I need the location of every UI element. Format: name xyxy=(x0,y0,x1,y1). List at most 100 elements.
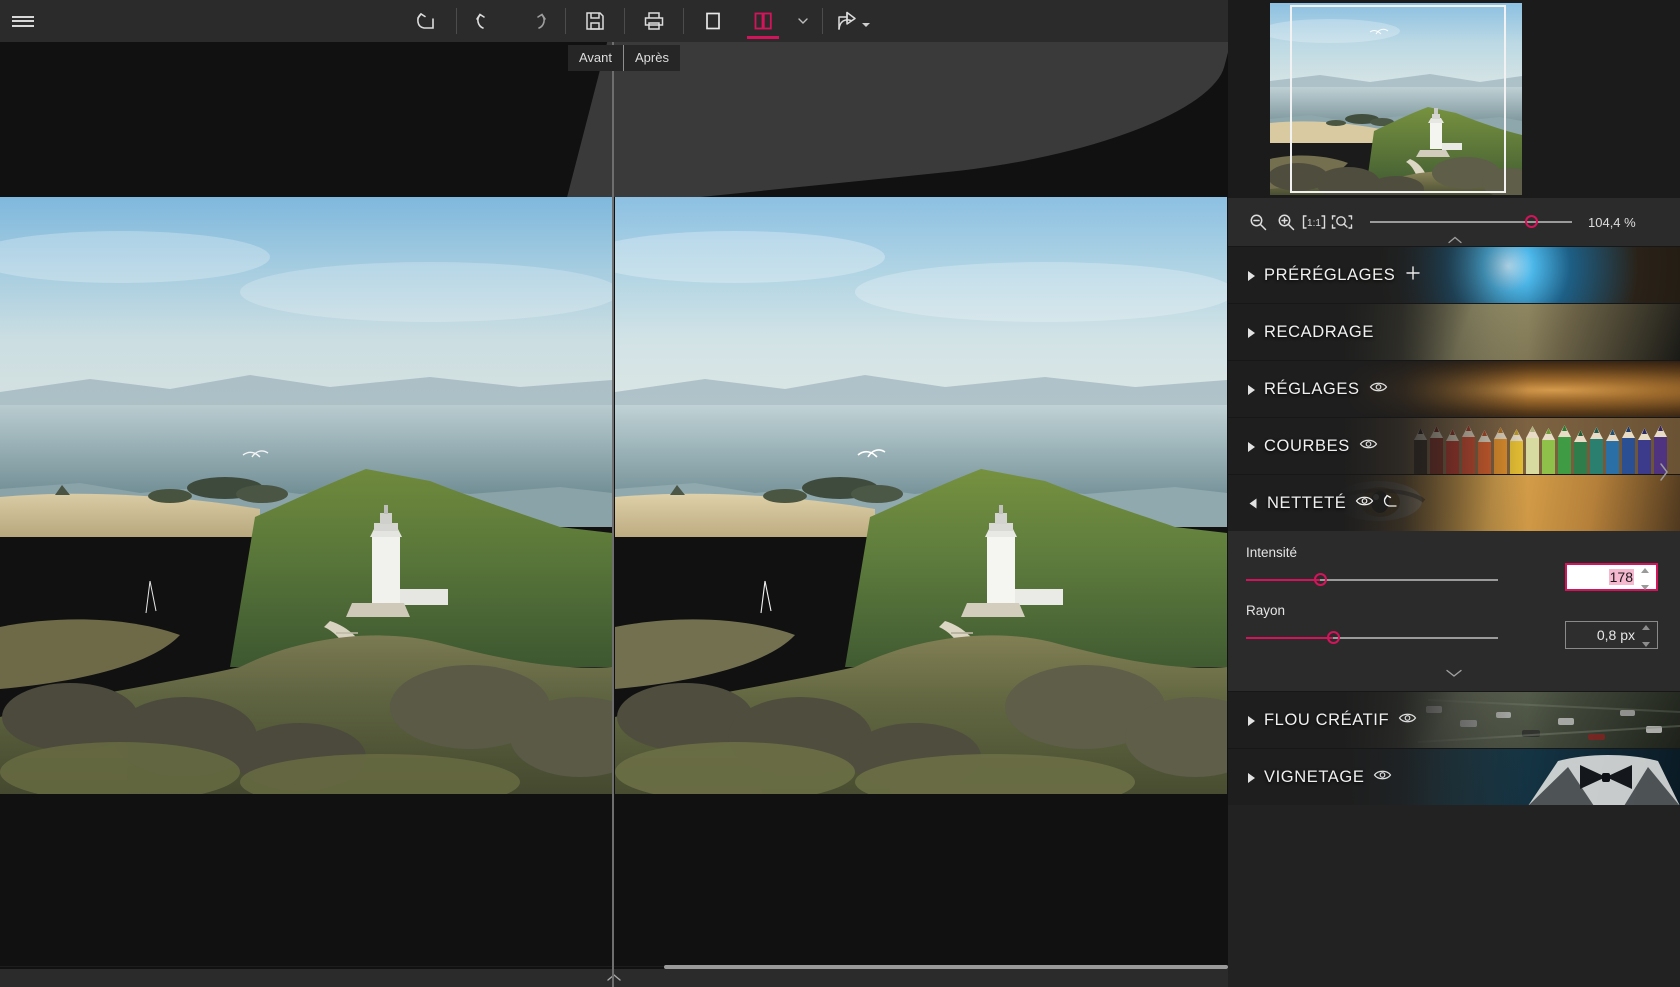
stepper-down-icon[interactable] xyxy=(1640,585,1649,590)
section-title: NETTETÉ xyxy=(1267,494,1347,512)
zoom-in-icon[interactable] xyxy=(1272,207,1300,237)
radius-value-input[interactable]: 0,8 px xyxy=(1565,621,1658,649)
expand-triangle-icon[interactable] xyxy=(1248,327,1255,338)
section-icons xyxy=(1359,437,1378,456)
toolbar-separator xyxy=(456,8,457,34)
add-preset-plus-icon[interactable] xyxy=(1404,264,1422,287)
section-title: COURBES xyxy=(1264,437,1350,455)
toolbar-separator xyxy=(624,8,625,34)
reset-arrow-icon[interactable] xyxy=(402,0,452,42)
zoom-out-icon[interactable] xyxy=(1244,207,1272,237)
undo-icon[interactable] xyxy=(461,0,511,42)
toolbar-separator xyxy=(822,8,823,34)
slider-track-filled xyxy=(1246,579,1320,581)
image-canvas-area[interactable]: Avant Après xyxy=(0,42,1228,987)
before-after-tabs: Avant Après xyxy=(568,45,680,71)
expand-triangle-icon[interactable] xyxy=(1248,270,1255,281)
section-header: FLOU CRÉATIF xyxy=(1248,692,1417,748)
share-export-icon[interactable] xyxy=(827,0,877,42)
slider-track[interactable] xyxy=(1246,573,1498,587)
slider-rayon: Rayon 0,8 px xyxy=(1228,603,1680,661)
section-flou-creatif[interactable]: FLOU CRÉATIF xyxy=(1228,691,1680,748)
one-to-one-icon[interactable]: 1:1 xyxy=(1300,207,1328,237)
sharpen-controls-panel: Intensité 178 Rayon 0,8 px xyxy=(1228,531,1680,691)
zoom-slider[interactable] xyxy=(1370,212,1572,232)
expand-triangle-icon[interactable] xyxy=(1248,384,1255,395)
image-navigator[interactable] xyxy=(1228,0,1680,198)
expand-triangle-icon[interactable] xyxy=(1248,715,1255,726)
section-title: RÉGLAGES xyxy=(1264,380,1360,398)
menu-hamburger-icon[interactable] xyxy=(0,0,46,42)
slider-label: Rayon xyxy=(1246,603,1286,618)
section-icons xyxy=(1369,380,1388,399)
reset-section-icon[interactable] xyxy=(1382,493,1402,514)
stepper-up-icon[interactable] xyxy=(1641,625,1650,630)
zoom-toolbar: 1:1 104,4 % xyxy=(1228,198,1680,246)
intensity-stepper[interactable] xyxy=(1639,568,1650,590)
intensity-value-text: 178 xyxy=(1608,569,1634,585)
intensity-value-input[interactable]: 178 xyxy=(1565,563,1658,591)
zoom-percentage-label: 104,4 % xyxy=(1588,214,1636,230)
slider-handle[interactable] xyxy=(1327,631,1340,644)
section-title: PRÉRÉGLAGES xyxy=(1264,266,1396,284)
zoom-slider-handle[interactable] xyxy=(1525,215,1538,228)
toolbar-separator xyxy=(683,8,684,34)
zoom-slider-track xyxy=(1370,221,1572,223)
photo-editor-window: Avant Après 1:1 104,4 % PRÉRÉGLAGES RECA… xyxy=(0,0,1680,987)
visibility-eye-icon[interactable] xyxy=(1369,380,1388,399)
section-vignetage[interactable]: VIGNETAGE xyxy=(1228,748,1680,805)
tab-avant[interactable]: Avant xyxy=(568,45,624,71)
printer-icon[interactable] xyxy=(629,0,679,42)
stepper-up-icon[interactable] xyxy=(1640,568,1649,573)
collapse-sharpen-panel-icon[interactable] xyxy=(1228,661,1680,685)
section-title: RECADRAGE xyxy=(1264,323,1374,341)
section-preréglages[interactable]: PRÉRÉGLAGES xyxy=(1228,246,1680,303)
visibility-eye-icon[interactable] xyxy=(1373,768,1392,787)
slider-track[interactable] xyxy=(1246,631,1498,645)
photo-before xyxy=(0,197,612,794)
stepper-down-icon[interactable] xyxy=(1641,642,1650,647)
collapse-right-panel-icon[interactable] xyxy=(1654,455,1674,489)
image-pane-before[interactable] xyxy=(0,197,612,794)
toolbar-button-group xyxy=(402,0,877,42)
section-reglages[interactable]: RÉGLAGES xyxy=(1228,360,1680,417)
expand-triangle-icon[interactable] xyxy=(1248,441,1255,452)
radius-stepper[interactable] xyxy=(1640,625,1651,647)
chevron-down-icon[interactable] xyxy=(788,0,818,42)
split-pane-icon[interactable] xyxy=(738,0,788,42)
single-pane-icon[interactable] xyxy=(688,0,738,42)
collapse-triangle-icon[interactable] xyxy=(1249,498,1257,509)
toolbar-separator xyxy=(565,8,566,34)
svg-text:1:1: 1:1 xyxy=(1307,218,1321,229)
navigator-viewport[interactable] xyxy=(1290,5,1506,193)
section-icons xyxy=(1355,493,1402,514)
section-icons xyxy=(1398,711,1417,730)
section-title: VIGNETAGE xyxy=(1264,768,1365,786)
slider-intensite: Intensité 178 xyxy=(1228,545,1680,603)
radius-value-text: 0,8 px xyxy=(1596,627,1635,643)
visibility-eye-icon[interactable] xyxy=(1355,494,1374,513)
horizontal-scrollbar[interactable] xyxy=(664,965,1228,969)
section-header: VIGNETAGE xyxy=(1248,749,1392,805)
visibility-eye-icon[interactable] xyxy=(1398,711,1417,730)
split-view-divider[interactable] xyxy=(612,42,614,987)
section-header: NETTETÉ xyxy=(1248,475,1402,531)
slider-track-filled xyxy=(1246,637,1333,639)
expand-triangle-icon[interactable] xyxy=(1248,772,1255,783)
section-header: RECADRAGE xyxy=(1248,304,1374,360)
tab-apres[interactable]: Après xyxy=(623,45,680,71)
fit-to-screen-icon[interactable] xyxy=(1328,207,1356,237)
visibility-eye-icon[interactable] xyxy=(1359,437,1378,456)
section-recadrage[interactable]: RECADRAGE xyxy=(1228,303,1680,360)
right-panel: 1:1 104,4 % PRÉRÉGLAGES RECADRAGE RÉGLAG… xyxy=(1228,0,1680,987)
section-icons xyxy=(1404,264,1422,287)
section-courbes[interactable]: COURBES xyxy=(1228,417,1680,474)
section-header: RÉGLAGES xyxy=(1248,361,1388,417)
image-pane-after[interactable] xyxy=(615,197,1227,794)
section-icons xyxy=(1373,768,1392,787)
slider-handle[interactable] xyxy=(1314,573,1327,586)
redo-icon[interactable] xyxy=(511,0,561,42)
collapse-filmstrip-icon[interactable] xyxy=(600,969,628,987)
section-nettete[interactable]: NETTETÉ xyxy=(1228,474,1680,531)
save-floppy-icon[interactable] xyxy=(570,0,620,42)
